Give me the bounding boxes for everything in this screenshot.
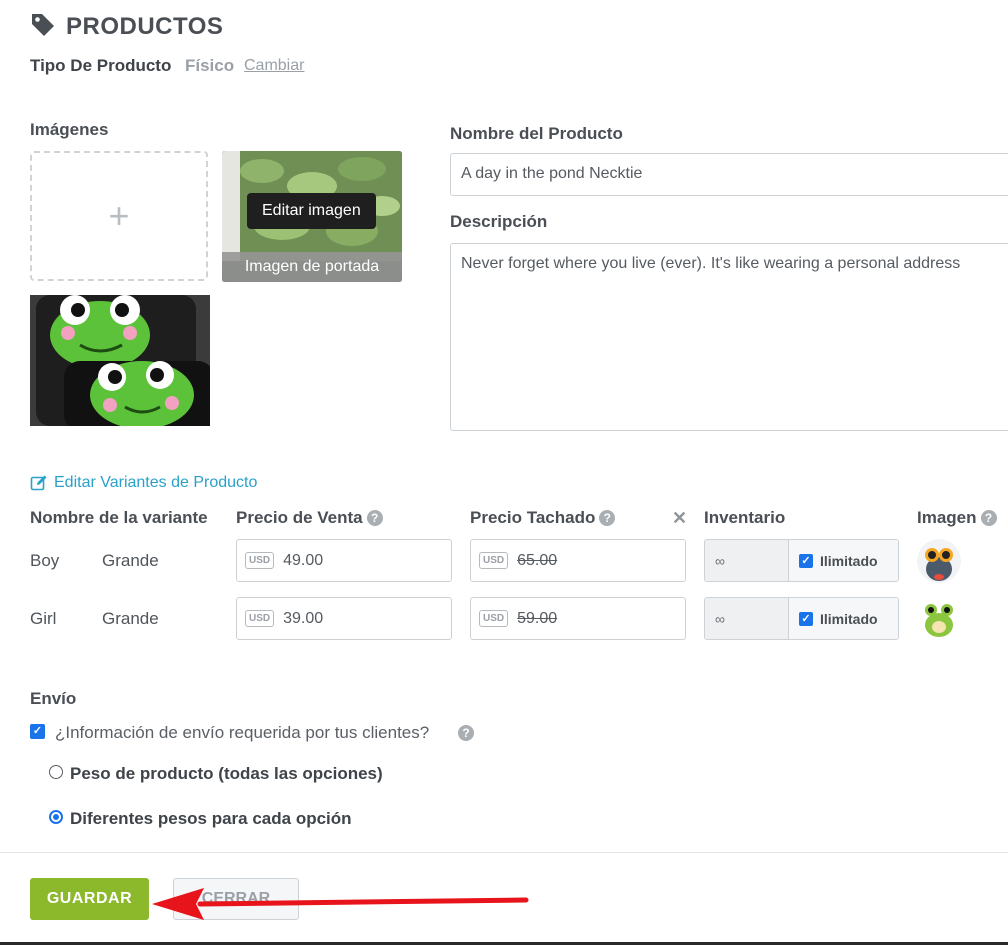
page-title: PRODUCTOS [66,13,224,40]
strike-price-value: 59.00 [517,609,558,627]
sale-price-header: Precio de Venta? [236,508,383,528]
inventory-header: Inventario [704,508,786,527]
currency-badge: USD [245,610,275,627]
shipping-required-checkbox[interactable]: ✓ [30,724,45,739]
strike-price-input[interactable]: USD 65.00 [470,539,686,582]
variant-name-header: Nombre de la variante [30,508,208,527]
radio-different-weights[interactable] [49,810,63,824]
shipping-label: Envío [30,689,77,708]
cover-image-label: Imagen de portada [222,252,402,282]
checkbox-checked-icon: ✓ [799,553,813,568]
variant-size: Grande [102,609,159,628]
image-header: Imagen? [917,508,997,528]
radio-product-weight-label[interactable]: Peso de producto (todas las opciones) [70,764,383,784]
radio-product-weight[interactable] [49,765,63,779]
inventory-field[interactable]: ∞ ✓ Ilimitado [704,597,899,640]
unlimited-checkbox[interactable]: ✓ Ilimitado [789,540,898,581]
currency-badge: USD [245,552,275,569]
sale-price-value: 39.00 [283,609,324,627]
shipping-question: ¿Información de envío requerida por tus … [55,723,430,742]
description-label: Descripción [450,212,548,231]
help-icon[interactable]: ? [980,510,997,526]
currency-badge: USD [479,610,509,627]
tag-icon [32,14,54,36]
change-type-link[interactable]: Cambiar [244,57,304,75]
frog-icon [917,597,961,641]
frog-mats-image[interactable] [30,295,210,426]
inventory-value[interactable]: ∞ [705,540,789,581]
edit-icon [30,475,47,491]
product-name-label: Nombre del Producto [450,124,623,143]
cover-image[interactable]: Editar imagen Imagen de portada [222,151,402,282]
strike-price-input[interactable]: USD 59.00 [470,597,686,640]
variant-thumbnail[interactable] [917,597,961,641]
checkbox-checked-icon: ✓ [799,611,813,626]
variant-size: Grande [102,551,159,570]
product-type-value: Físico [185,56,235,75]
currency-badge: USD [479,552,509,569]
strike-price-header: Precio Tachado? [470,508,616,528]
variant-name: Boy [30,551,60,570]
help-icon[interactable]: ? [458,725,474,741]
help-icon[interactable]: ? [599,510,616,526]
variant-name: Girl [30,609,57,628]
sale-price-input[interactable]: USD 39.00 [236,597,452,640]
frog-image [30,295,210,426]
add-image-button[interactable]: + [30,151,208,281]
inventory-value[interactable]: ∞ [705,598,789,639]
radio-different-weights-label[interactable]: Diferentes pesos para cada opción [70,809,352,829]
red-arrow-annotation [152,888,529,920]
edit-variants-label: Editar Variantes de Producto [54,474,258,491]
save-button[interactable]: GUARDAR [30,878,149,920]
product-type-label: Tipo De Producto [30,56,172,75]
unlimited-checkbox[interactable]: ✓ Ilimitado [789,598,898,639]
description-textarea[interactable]: Never forget where you live (ever). It's… [450,243,1008,431]
plus-icon: + [108,195,130,236]
sale-price-input[interactable]: USD 49.00 [236,539,452,582]
inventory-field[interactable]: ∞ ✓ Ilimitado [704,539,899,582]
sale-price-value: 49.00 [283,551,324,569]
strike-price-value: 65.00 [517,551,558,569]
edit-image-tooltip[interactable]: Editar imagen [247,193,376,229]
help-icon[interactable]: ? [366,510,383,526]
product-name-input[interactable]: A day in the pond Necktie [450,153,1008,196]
variant-thumbnail[interactable] [917,539,961,583]
frog-glasses-icon [917,539,961,583]
images-label: Imágenes [30,120,109,139]
clear-strike-price-icon[interactable]: ✕ [672,508,687,529]
edit-variants-link[interactable]: Editar Variantes de Producto [30,474,257,492]
